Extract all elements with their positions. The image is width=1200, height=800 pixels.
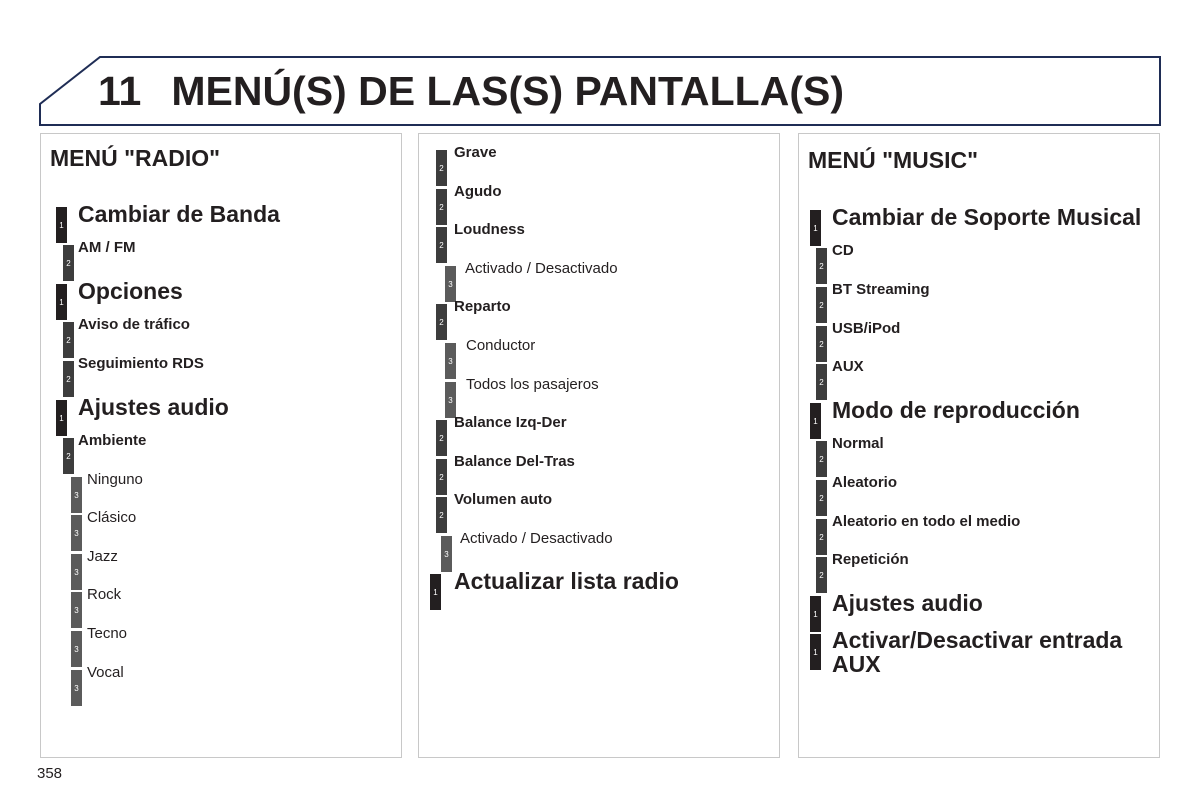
menu-item-label: Cambiar de Soporte Musical xyxy=(832,204,1142,230)
menu-item-label: Volumen auto xyxy=(454,491,553,508)
level-badge-icon: 3 xyxy=(71,670,82,706)
level-badge-icon: 1 xyxy=(810,596,821,632)
menu-item-label: Vocal xyxy=(87,664,124,681)
chapter-header: 11 MENÚ(S) DE LAS(S) PANTALLA(S) xyxy=(38,56,1162,128)
level-badge-icon: 2 xyxy=(63,322,74,358)
music-menu-panel: MENÚ "MUSIC" 1 Cambiar de Soporte Musical… xyxy=(798,133,1160,758)
menu-item-label: Cambiar de Banda xyxy=(78,201,280,227)
level-badge-icon: 2 xyxy=(816,287,827,323)
menu-item-label: Ambiente xyxy=(78,432,147,449)
level-badge-icon: 3 xyxy=(71,477,82,513)
level-badge-icon: 1 xyxy=(56,284,67,320)
level-badge-icon: 3 xyxy=(445,343,456,379)
radio-menu-panel: MENÚ "RADIO" 1 Cambiar de Banda 2 AM / FM 1 O… xyxy=(40,133,402,758)
chapter-title: 11 MENÚ(S) DE LAS(S) PANTALLA(S) xyxy=(98,68,844,115)
level-badge-icon: 2 xyxy=(816,248,827,284)
panel-title-music: MENÚ "MUSIC" xyxy=(808,147,979,173)
menu-item-label-line: Activar/Desactivar entrada xyxy=(832,627,1123,653)
level-badge-icon: 2 xyxy=(436,150,447,186)
menu-item-label: Aleatorio en todo el medio xyxy=(832,513,1021,530)
level-badge-icon: 2 xyxy=(63,438,74,474)
level-badge-icon: 3 xyxy=(71,515,82,551)
menu-item-label: Ajustes audio xyxy=(78,394,229,420)
menu-item-label: Balance Izq-Der xyxy=(454,414,567,431)
level-badge-icon: 3 xyxy=(71,554,82,590)
menu-item-label: Rock xyxy=(87,586,122,603)
menu-item-label: Todos los pasajeros xyxy=(466,376,599,393)
menu-item-label: Clásico xyxy=(87,509,137,526)
menu-item-label: Normal xyxy=(832,435,884,452)
level-badge-icon: 2 xyxy=(436,227,447,263)
menu-item-label: Balance Del-Tras xyxy=(454,453,575,470)
menu-item-label: Jazz xyxy=(87,548,118,565)
menu-item-label: Tecno xyxy=(87,625,128,642)
chapter-number: 11 xyxy=(98,68,142,114)
menu-item-label: Aviso de tráfico xyxy=(78,316,190,333)
chapter-title-text: MENÚ(S) DE LAS(S) PANTALLA(S) xyxy=(171,68,844,114)
menu-item-label: Aleatorio xyxy=(832,474,898,491)
page-number: 358 xyxy=(37,765,63,782)
menu-item-label: BT Streaming xyxy=(832,281,930,298)
level-badge-icon: 3 xyxy=(71,592,82,628)
menu-item-label: Modo de reproducción xyxy=(832,397,1080,423)
menu-item-label: Loudness xyxy=(454,221,525,238)
menu-item-label: Repetición xyxy=(832,551,909,568)
level-badge-icon: 1 xyxy=(430,574,441,610)
menu-item-label: Opciones xyxy=(78,278,183,304)
level-badge-icon: 1 xyxy=(810,210,821,246)
level-badge-icon: 1 xyxy=(56,207,67,243)
level-badge-icon: 2 xyxy=(63,361,74,397)
level-badge-icon: 3 xyxy=(441,536,452,572)
menu-item-label: Conductor xyxy=(466,337,536,354)
menu-item-label: Activado / Desactivado xyxy=(460,530,613,547)
menu-item-label: AUX xyxy=(832,358,864,375)
level-badge-icon: 3 xyxy=(445,382,456,418)
level-badge-icon: 2 xyxy=(63,245,74,281)
level-badge-icon: 2 xyxy=(436,420,447,456)
level-badge-icon: 1 xyxy=(56,400,67,436)
level-badge-icon: 3 xyxy=(71,631,82,667)
level-badge-icon: 1 xyxy=(810,403,821,439)
level-badge-icon: 2 xyxy=(816,557,827,593)
menu-item-label: Activado / Desactivado xyxy=(465,260,618,277)
menu-item-label: Agudo xyxy=(454,183,502,200)
level-badge-icon: 2 xyxy=(436,459,447,495)
menu-item-label: Activar/Desactivar entrada AUX xyxy=(832,628,1122,676)
level-badge-icon: 2 xyxy=(816,519,827,555)
menu-item-label: AM / FM xyxy=(78,239,136,256)
level-badge-icon: 2 xyxy=(436,304,447,340)
menu-item-label: USB/iPod xyxy=(832,320,901,337)
level-badge-icon: 2 xyxy=(816,480,827,516)
level-badge-icon: 1 xyxy=(810,634,821,670)
level-badge-icon: 2 xyxy=(816,326,827,362)
menu-item-label: Seguimiento RDS xyxy=(78,355,204,372)
menu-item-label: Actualizar lista radio xyxy=(454,568,679,594)
level-badge-icon: 3 xyxy=(445,266,456,302)
menu-item-label: Ninguno xyxy=(87,471,143,488)
level-badge-icon: 2 xyxy=(816,364,827,400)
radio-menu-continued-panel: 2 Grave 2 Agudo 2 Loudness 3 Activado / Desacti… xyxy=(418,133,780,758)
level-badge-icon: 2 xyxy=(436,189,447,225)
menu-item-label: Ajustes audio xyxy=(832,590,983,616)
level-badge-icon: 2 xyxy=(816,441,827,477)
menu-item-label: Grave xyxy=(454,144,497,161)
level-badge-icon: 2 xyxy=(436,497,447,533)
menu-item-label-line: AUX xyxy=(832,651,881,677)
menu-item-label: Reparto xyxy=(454,298,511,315)
panel-title-radio: MENÚ "RADIO" xyxy=(50,145,221,171)
menu-item-label: CD xyxy=(832,242,854,259)
